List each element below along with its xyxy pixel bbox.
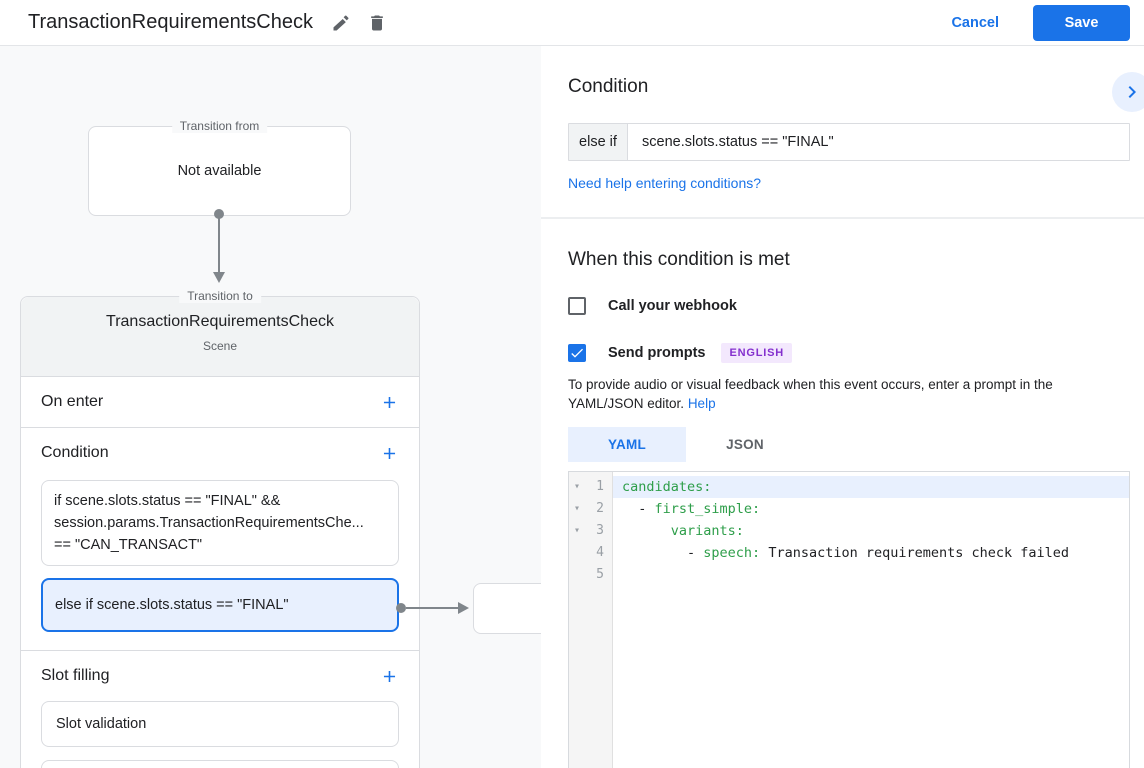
on-enter-label: On enter — [41, 393, 103, 411]
condition-expression-input[interactable] — [628, 124, 1129, 160]
tab-json[interactable]: JSON — [686, 427, 804, 462]
condition-section: Condition if scene.slots.status == "FINA… — [21, 428, 419, 651]
scene-name: TransactionRequirementsCheck — [21, 313, 419, 331]
add-slot-button[interactable] — [380, 667, 399, 686]
transition-from-card[interactable]: Transition from Not available — [88, 126, 351, 216]
editor-code: candidates: - first_simple: variants: - … — [613, 472, 1129, 768]
line-number: 3 — [585, 520, 612, 542]
panel-title: Condition — [568, 76, 1130, 98]
webhook-label: Call your webhook — [608, 298, 737, 314]
webhook-checkbox[interactable] — [568, 297, 586, 315]
connector-line-horizontal — [406, 607, 458, 609]
fold-toggle-icon[interactable]: ▾ — [569, 498, 585, 520]
transition-target-card[interactable] — [473, 583, 541, 634]
condition-items: if scene.slots.status == "FINAL" && sess… — [21, 478, 419, 650]
code-line[interactable]: candidates: — [613, 476, 1129, 498]
scene-card: Transition to TransactionRequirementsChe… — [20, 296, 420, 768]
webhook-row: Call your webhook — [568, 297, 1130, 315]
fold-toggle-icon[interactable]: ▾ — [569, 476, 585, 498]
condition-editor-panel: Condition else if Need help entering con… — [541, 46, 1144, 768]
slot-items: Slot validation TransactionRequirementsCh… — [21, 701, 419, 768]
condition-met-title: When this condition is met — [568, 249, 1130, 271]
condition-expression-row: else if — [568, 123, 1130, 161]
save-button[interactable]: Save — [1033, 5, 1130, 41]
yaml-editor[interactable]: ▾1▾2▾345 candidates: - first_simple: var… — [568, 471, 1130, 768]
send-prompts-label: Send prompts — [608, 345, 705, 361]
delete-icon[interactable] — [363, 9, 391, 37]
code-line[interactable]: variants: — [613, 520, 1129, 542]
add-condition-button[interactable] — [380, 444, 399, 463]
help-link[interactable]: Help — [688, 396, 716, 411]
transition-from-value: Not available — [178, 163, 262, 179]
condition-help-link[interactable]: Need help entering conditions? — [568, 175, 761, 191]
transition-to-legend: Transition to — [179, 289, 261, 303]
scene-card-header[interactable]: TransactionRequirementsCheck Scene — [21, 297, 419, 377]
slot-item[interactable]: Slot validation — [41, 701, 399, 747]
edit-icon[interactable] — [327, 9, 355, 37]
condition-item-selected[interactable]: else if scene.slots.status == "FINAL" — [41, 578, 399, 632]
on-enter-section: On enter — [21, 377, 419, 428]
line-number: 5 — [585, 564, 612, 586]
send-prompts-checkbox[interactable] — [568, 344, 586, 362]
connector-dot — [396, 603, 406, 613]
transition-from-legend: Transition from — [172, 119, 268, 133]
send-prompts-row: Send prompts ENGLISH — [568, 343, 1130, 363]
app-window: TransactionRequirementsCheck Cancel Save… — [0, 0, 1144, 768]
scene-type-label: Scene — [21, 339, 419, 353]
slot-item[interactable]: TransactionRequirementsCheck — [41, 760, 399, 768]
condition-prefix: else if — [569, 124, 628, 160]
language-badge: ENGLISH — [721, 343, 792, 363]
slot-filling-label: Slot filling — [41, 667, 109, 685]
cancel-button[interactable]: Cancel — [951, 15, 999, 31]
fold-toggle-icon[interactable]: ▾ — [569, 520, 585, 542]
code-line[interactable]: - first_simple: — [613, 498, 1129, 520]
code-line[interactable] — [613, 564, 1129, 586]
prompt-description: To provide audio or visual feedback when… — [568, 375, 1130, 413]
line-number: 1 — [585, 476, 612, 498]
connector-arrowhead-right — [458, 602, 469, 614]
collapse-panel-button[interactable] — [1112, 72, 1144, 112]
page-title: TransactionRequirementsCheck — [28, 11, 313, 34]
format-tabs: YAMLJSON — [568, 427, 1130, 462]
condition-label: Condition — [41, 444, 109, 462]
section-divider — [541, 217, 1144, 219]
tab-yaml[interactable]: YAML — [568, 427, 686, 462]
top-bar: TransactionRequirementsCheck Cancel Save — [0, 0, 1144, 46]
add-on-enter-button[interactable] — [380, 393, 399, 412]
condition-item[interactable]: if scene.slots.status == "FINAL" && sess… — [41, 480, 399, 566]
line-number: 4 — [585, 542, 612, 564]
slot-filling-section: Slot filling Slot validation TransactionR… — [21, 651, 419, 768]
connector-line-vertical — [218, 216, 220, 272]
line-number: 2 — [585, 498, 612, 520]
code-line[interactable]: - speech: Transaction requirements check… — [613, 542, 1129, 564]
scene-diagram-canvas: Transition from Not available Transition… — [0, 46, 541, 768]
connector-arrowhead-down — [213, 272, 225, 283]
editor-gutter: ▾1▾2▾345 — [569, 472, 613, 768]
